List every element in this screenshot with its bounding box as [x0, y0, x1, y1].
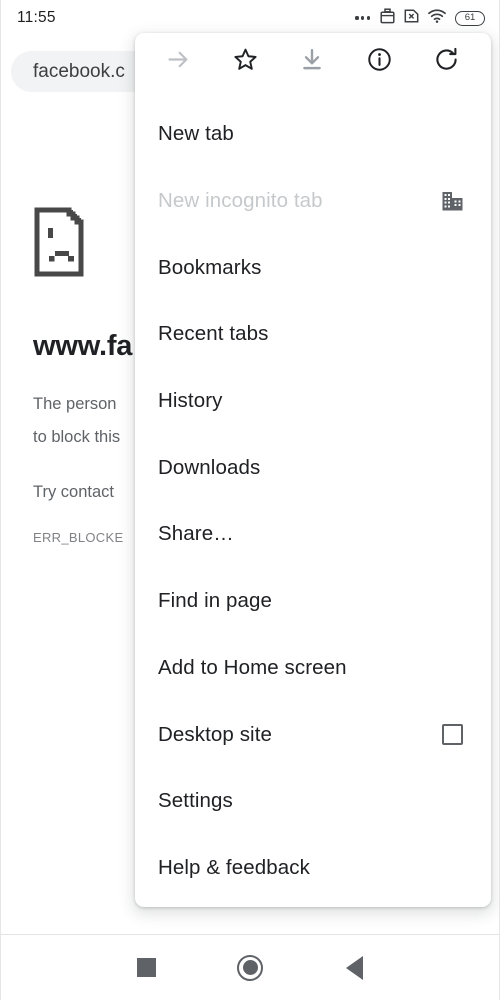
menu-item-add-to-home-screen[interactable]: Add to Home screen — [135, 635, 491, 702]
status-bar-clock: 11:55 — [17, 9, 56, 26]
menu-item-label: Add to Home screen — [158, 655, 347, 679]
home-button[interactable] — [198, 935, 302, 1000]
menu-item-recent-tabs[interactable]: Recent tabs — [135, 301, 491, 368]
menu-item-label: Recent tabs — [158, 322, 269, 346]
reload-button[interactable] — [425, 41, 467, 83]
menu-item-label: Settings — [158, 789, 233, 813]
battery-icon: 61 — [455, 10, 485, 26]
menu-item-label: Share… — [158, 522, 234, 546]
menu-item-desktop-site[interactable]: Desktop site — [135, 701, 491, 768]
download-page-button[interactable] — [291, 41, 333, 83]
status-bar-icons: 61 — [355, 7, 485, 29]
bookmark-button[interactable] — [224, 41, 266, 83]
home-circle-icon — [237, 954, 263, 981]
error-page-title: www.fa — [33, 330, 133, 362]
omnibox-url-text[interactable]: facebook.c — [33, 61, 125, 83]
enterprise-building-icon — [439, 188, 465, 214]
page-info-icon — [366, 46, 393, 78]
more-dots-icon — [355, 16, 370, 20]
sad-document-icon — [33, 206, 89, 278]
no-sim-card-icon — [404, 8, 419, 29]
menu-item-downloads[interactable]: Downloads — [135, 434, 491, 501]
menu-item-help-and-feedback[interactable]: Help & feedback — [135, 835, 491, 902]
android-navigation-bar — [1, 934, 499, 1000]
menu-item-label: New incognito tab — [158, 189, 323, 213]
recents-button[interactable] — [94, 935, 198, 1000]
recents-square-icon — [136, 958, 156, 977]
back-button[interactable] — [302, 935, 406, 1000]
download-icon — [299, 47, 325, 78]
reload-icon — [433, 46, 460, 78]
phone-screen: 11:55 61 facebook.c www.fa The person to… — [0, 0, 500, 1000]
menu-item-label: Help & feedback — [158, 855, 310, 879]
menu-item-bookmarks[interactable]: Bookmarks — [135, 234, 491, 301]
menu-quick-actions-toolbar — [135, 33, 491, 91]
menu-item-history[interactable]: History — [135, 368, 491, 435]
menu-item-label: Find in page — [158, 589, 273, 613]
menu-item-label: Bookmarks — [158, 255, 262, 279]
menu-item-share[interactable]: Share… — [135, 501, 491, 568]
work-profile-briefcase-icon — [380, 7, 395, 29]
menu-item-label: History — [158, 389, 223, 413]
status-bar: 11:55 61 — [1, 0, 499, 36]
wifi-icon — [428, 8, 446, 29]
back-triangle-icon — [345, 955, 363, 980]
desktop-site-checkbox[interactable] — [439, 722, 465, 748]
menu-item-label: New tab — [158, 122, 234, 146]
bookmark-star-icon — [232, 46, 259, 78]
menu-item-new-incognito-tab: New incognito tab — [135, 168, 491, 235]
menu-item-find-in-page[interactable]: Find in page — [135, 568, 491, 635]
error-code-text: ERR_BLOCKE — [33, 530, 124, 545]
menu-item-settings[interactable]: Settings — [135, 768, 491, 835]
menu-item-label: Desktop site — [158, 722, 272, 746]
menu-item-new-tab[interactable]: New tab — [135, 101, 491, 168]
forward-icon — [165, 46, 192, 78]
battery-level-label: 61 — [464, 12, 476, 24]
forward-button[interactable] — [157, 41, 199, 83]
chrome-overflow-menu: New tab New incognito tab Bookmarks Rece… — [135, 33, 491, 907]
page-info-button[interactable] — [358, 41, 400, 83]
menu-item-list: New tab New incognito tab Bookmarks Rece… — [135, 91, 491, 901]
checkbox-unchecked-icon — [441, 724, 463, 746]
menu-item-label: Downloads — [158, 455, 261, 479]
